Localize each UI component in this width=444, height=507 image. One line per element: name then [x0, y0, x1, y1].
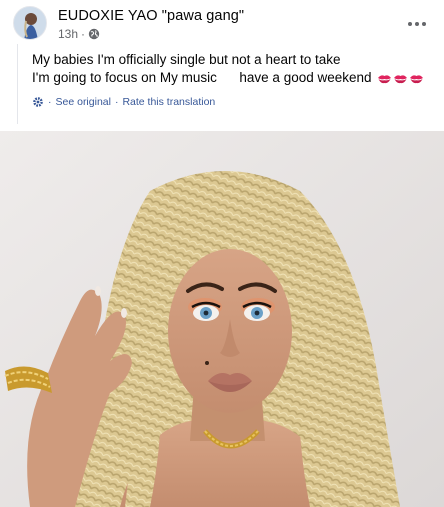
caption-line-2: I'm going to focus on My music have a go…	[32, 69, 432, 87]
globe-icon	[88, 28, 100, 40]
see-original-link[interactable]: See original	[56, 96, 111, 108]
translation-bar: · See original · Rate this translation	[32, 95, 215, 109]
translation-rail	[17, 44, 18, 124]
post-header: EUDOXIE YAO "pawa gang" 13h ·	[0, 0, 444, 44]
dot-separator: ·	[114, 96, 119, 108]
more-horizontal-icon	[408, 22, 426, 26]
rate-translation-link[interactable]: Rate this translation	[122, 96, 215, 108]
meta-dot: ·	[81, 27, 86, 41]
post-options-button[interactable]	[402, 12, 432, 36]
kiss-mark-emojis	[377, 73, 424, 85]
post-caption: My babies I'm officially single but not …	[32, 51, 432, 87]
caption-line-2-text: I'm going to focus on My music have a go…	[32, 70, 372, 85]
kiss-mark-icon	[378, 75, 392, 84]
author-name[interactable]: EUDOXIE YAO "pawa gang"	[58, 8, 244, 24]
author-avatar[interactable]	[13, 6, 47, 40]
caption-line-1: My babies I'm officially single but not …	[32, 52, 341, 67]
kiss-mark-icon	[394, 75, 408, 84]
dot-separator: ·	[48, 96, 52, 108]
facebook-post: EUDOXIE YAO "pawa gang" 13h · My babies …	[0, 0, 444, 507]
post-photo[interactable]	[0, 131, 444, 507]
portrait-photo	[0, 131, 444, 507]
post-meta: 13h ·	[58, 27, 100, 41]
gear-icon	[33, 97, 43, 107]
post-timestamp[interactable]: 13h	[58, 27, 78, 41]
kiss-mark-icon	[410, 75, 424, 84]
